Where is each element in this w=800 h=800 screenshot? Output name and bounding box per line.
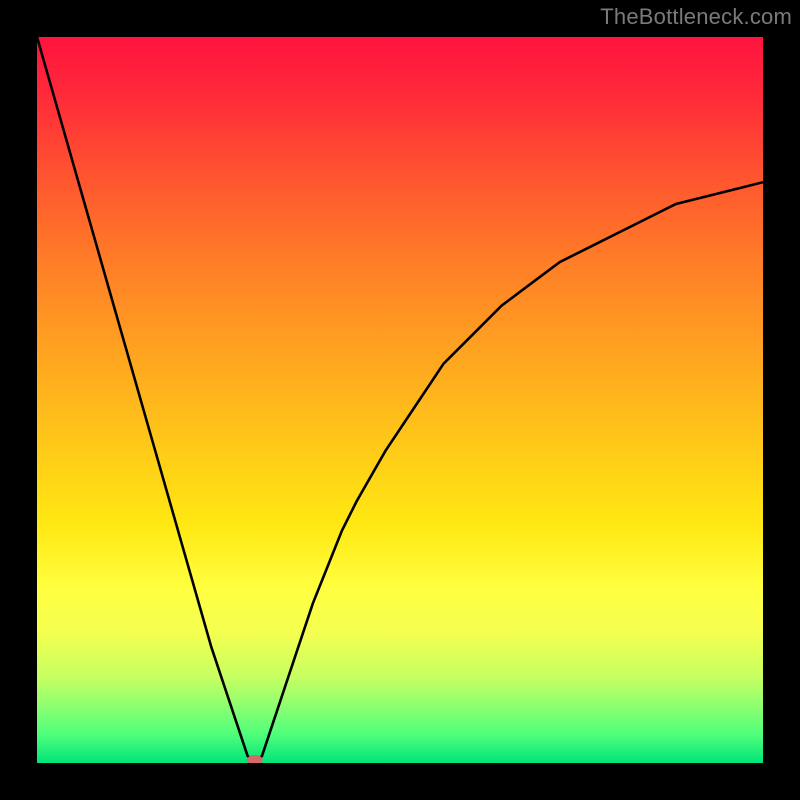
bottleneck-curve [37, 37, 763, 763]
plot-area [37, 37, 763, 763]
watermark-label: TheBottleneck.com [600, 4, 792, 30]
curve-group [37, 37, 763, 763]
curve-line [37, 37, 763, 763]
chart-frame: TheBottleneck.com [0, 0, 800, 800]
